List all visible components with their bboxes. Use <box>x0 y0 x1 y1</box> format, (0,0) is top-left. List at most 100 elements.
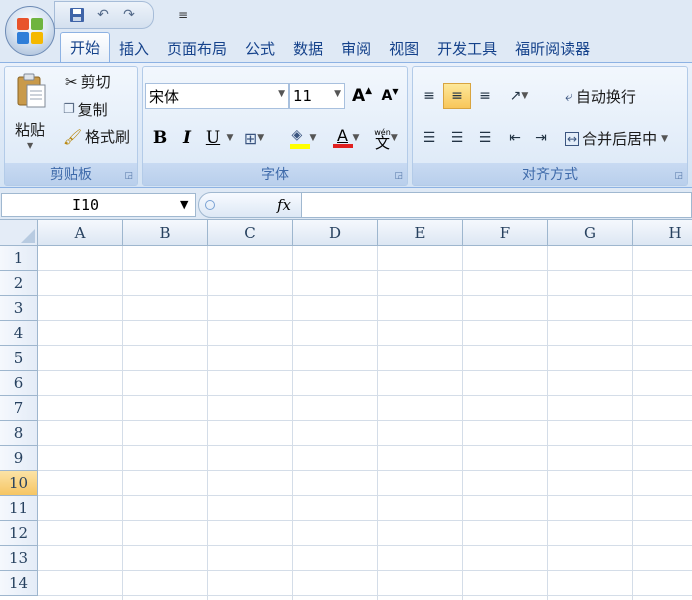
tab-data[interactable]: 数据 <box>284 34 332 62</box>
row-header-3[interactable]: 3 <box>0 296 38 321</box>
font-color-button[interactable]: A ▼ <box>327 125 365 151</box>
wrap-text-icon: ⤶ <box>565 88 573 105</box>
formula-bar-tools: fx <box>198 192 302 218</box>
office-logo-icon <box>16 17 44 45</box>
font-name-dropdown-icon[interactable]: ▼ <box>278 89 285 99</box>
formula-input[interactable] <box>302 192 692 218</box>
align-right-icon[interactable]: ☰ <box>471 125 499 151</box>
cut-label: 剪切 <box>80 73 111 91</box>
underline-button[interactable]: U <box>201 125 225 151</box>
name-box-dropdown-icon[interactable]: ▼ <box>180 198 188 211</box>
shrink-font-button[interactable]: A ▼ <box>377 83 403 109</box>
row-header-2[interactable]: 2 <box>0 271 38 296</box>
phonetic-guide-icon[interactable]: wén 文 ▼ <box>367 125 405 151</box>
wrap-text-button[interactable]: ⤶ 自动换行 <box>565 86 636 107</box>
font-name-combo[interactable]: 宋体 ▼ <box>145 83 289 109</box>
save-icon[interactable] <box>67 5 87 25</box>
cell-area[interactable] <box>38 246 692 600</box>
column-header-b[interactable]: B <box>123 220 208 246</box>
copy-button[interactable]: ❐ 复制 <box>63 99 108 120</box>
increase-indent-icon[interactable]: ⇥ <box>527 125 555 151</box>
tab-home[interactable]: 开始 <box>60 32 111 62</box>
merge-center-dropdown-icon[interactable]: ▼ <box>661 134 668 144</box>
worksheet-grid: A B C D E F G H 1 2 3 4 5 6 7 8 9 10 11 … <box>0 220 692 600</box>
fill-color-button[interactable]: ◈ ▼ <box>283 125 323 151</box>
border-icon[interactable]: ⊞ ▼ <box>239 125 269 151</box>
font-size-combo[interactable]: 11 ▼ <box>289 83 345 109</box>
insert-function-icon[interactable]: fx <box>277 196 291 214</box>
row-header-1[interactable]: 1 <box>0 246 38 271</box>
tab-review[interactable]: 审阅 <box>332 34 380 62</box>
paste-button[interactable]: 粘贴 ▼ <box>9 69 53 161</box>
row-header-8[interactable]: 8 <box>0 421 38 446</box>
name-box[interactable]: I10 <box>1 193 196 217</box>
wrap-text-label: 自动换行 <box>575 88 636 106</box>
alignment-group-label: 对齐方式 <box>413 163 687 185</box>
decrease-indent-icon[interactable]: ⇤ <box>501 125 529 151</box>
tab-view[interactable]: 视图 <box>380 34 428 62</box>
scissors-icon: ✂ <box>65 72 78 91</box>
font-name-value: 宋体 <box>149 87 180 106</box>
orientation-icon[interactable]: ↗ ▼ <box>501 83 537 109</box>
office-button[interactable] <box>5 6 55 56</box>
format-painter-button[interactable]: 🖌 格式刷 <box>63 126 130 147</box>
redo-icon[interactable]: ↷ <box>119 5 139 25</box>
customize-qat-icon[interactable]: ≡ <box>178 8 188 22</box>
align-middle-icon[interactable]: ≡ <box>443 83 471 109</box>
column-header-d[interactable]: D <box>293 220 378 246</box>
alignment-dialog-launcher-icon[interactable]: ◲ <box>674 171 683 181</box>
column-header-c[interactable]: C <box>208 220 293 246</box>
row-header-11[interactable]: 11 <box>0 496 38 521</box>
align-center-icon[interactable]: ☰ <box>443 125 471 151</box>
tab-insert[interactable]: 插入 <box>110 34 158 62</box>
tab-page-layout[interactable]: 页面布局 <box>158 34 236 62</box>
row-header-13[interactable]: 13 <box>0 546 38 571</box>
align-bottom-icon[interactable]: ≡ <box>471 83 499 109</box>
row-header-5[interactable]: 5 <box>0 346 38 371</box>
undo-icon[interactable]: ↶ <box>93 5 113 25</box>
column-header-h[interactable]: H <box>633 220 692 246</box>
select-all-button[interactable] <box>0 220 38 246</box>
tab-developer[interactable]: 开发工具 <box>428 34 506 62</box>
row-header-6[interactable]: 6 <box>0 371 38 396</box>
row-header-10[interactable]: 10 <box>0 471 38 496</box>
column-header-a[interactable]: A <box>38 220 123 246</box>
column-header-f[interactable]: F <box>463 220 548 246</box>
grow-font-button[interactable]: A ▲ <box>349 83 375 109</box>
row-header-12[interactable]: 12 <box>0 521 38 546</box>
paste-icon <box>15 73 47 113</box>
column-header-e[interactable]: E <box>378 220 463 246</box>
tab-foxit-reader[interactable]: 福昕阅读器 <box>506 34 599 62</box>
row-header-9[interactable]: 9 <box>0 446 38 471</box>
underline-dropdown-icon[interactable]: ▼ <box>225 125 235 151</box>
column-header-g[interactable]: G <box>548 220 633 246</box>
clipboard-group: 粘贴 ▼ ✂ 剪切 ❐ 复制 🖌 格式刷 剪贴板 ◲ <box>4 66 138 186</box>
font-color-letter: A <box>337 126 348 145</box>
font-group-label: 字体 <box>143 163 407 185</box>
font-dialog-launcher-icon[interactable]: ◲ <box>394 171 403 181</box>
format-painter-icon: 🖌 <box>63 127 83 146</box>
formula-bar-splitter[interactable] <box>205 200 215 210</box>
align-top-icon[interactable]: ≡ <box>415 83 443 109</box>
tab-formulas[interactable]: 公式 <box>236 34 284 62</box>
font-size-dropdown-icon[interactable]: ▼ <box>334 89 341 99</box>
formula-bar: I10 ▼ fx <box>0 188 692 220</box>
copy-label: 复制 <box>77 101 108 119</box>
row-header-14[interactable]: 14 <box>0 571 38 596</box>
quick-access-toolbar: ↶ ↷ <box>54 1 154 29</box>
ribbon: 粘贴 ▼ ✂ 剪切 ❐ 复制 🖌 格式刷 剪贴板 ◲ 宋体 ▼ 11 ▼ A ▲ … <box>0 62 692 188</box>
cut-button[interactable]: ✂ 剪切 <box>65 71 111 92</box>
paint-bucket-icon: ◈ <box>289 127 310 149</box>
clipboard-group-label: 剪贴板 <box>5 163 137 185</box>
font-size-value: 11 <box>293 87 313 105</box>
font-group: 宋体 ▼ 11 ▼ A ▲ A ▼ B I U ▼ ⊞ ▼ ◈ ▼ A ▼ wé… <box>142 66 408 186</box>
bold-button[interactable]: B <box>147 125 173 151</box>
name-box-value: I10 <box>72 196 100 214</box>
row-header-4[interactable]: 4 <box>0 321 38 346</box>
clipboard-dialog-launcher-icon[interactable]: ◲ <box>124 171 133 181</box>
italic-button[interactable]: I <box>175 125 199 151</box>
row-header-7[interactable]: 7 <box>0 396 38 421</box>
merge-center-icon: ↔ <box>565 131 580 146</box>
align-left-icon[interactable]: ☰ <box>415 125 443 151</box>
merge-center-button[interactable]: ↔ 合并后居中 ▼ <box>565 128 668 149</box>
